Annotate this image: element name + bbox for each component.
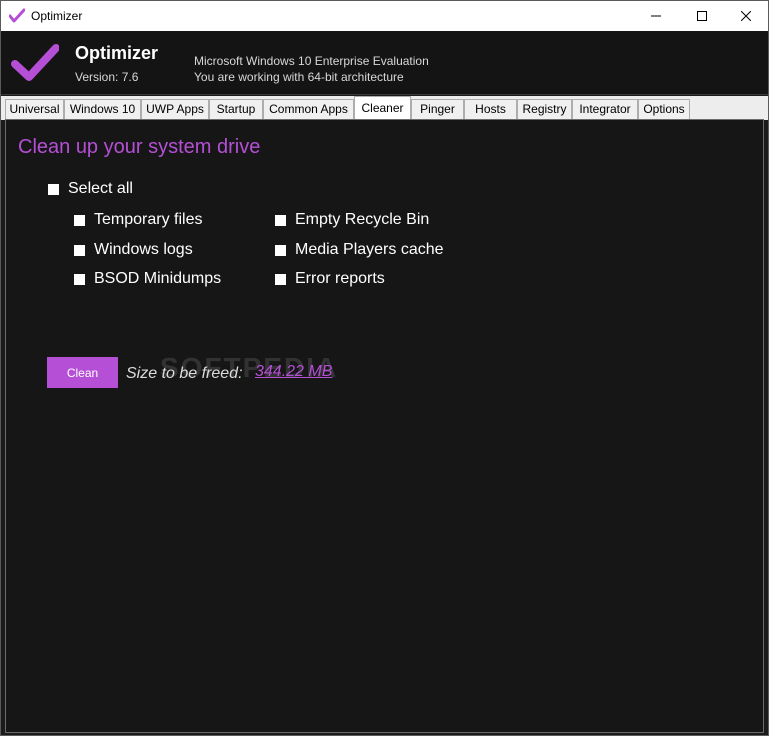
option-label: Windows logs bbox=[94, 241, 193, 258]
option-label: Media Players cache bbox=[295, 241, 444, 258]
clean-button[interactable]: Clean bbox=[47, 357, 118, 388]
close-button[interactable] bbox=[723, 1, 769, 31]
option-label: BSOD Minidumps bbox=[94, 270, 222, 287]
optimizer-window: Optimizer Optimizer Version: 7.6 Microso… bbox=[0, 0, 769, 736]
title-bar[interactable]: Optimizer bbox=[1, 1, 768, 31]
tab-integrator[interactable]: Integrator bbox=[572, 99, 638, 119]
select-all-checkbox[interactable]: Select all bbox=[48, 180, 133, 198]
os-info: Microsoft Windows 10 Enterprise Evaluati… bbox=[194, 54, 429, 68]
checkbox-box[interactable] bbox=[275, 273, 286, 285]
option-label: Temporary files bbox=[94, 211, 203, 228]
checkmark-icon bbox=[9, 8, 25, 23]
tab-windows-10[interactable]: Windows 10 bbox=[64, 99, 141, 119]
error-reports-checkbox[interactable]: Error reports bbox=[275, 270, 385, 288]
windows-logs-checkbox[interactable]: Windows logs bbox=[74, 241, 193, 259]
checkbox-box[interactable] bbox=[74, 273, 85, 285]
tab-options[interactable]: Options bbox=[638, 99, 690, 119]
checkbox-box[interactable] bbox=[74, 214, 85, 226]
app-version: Version: 7.6 bbox=[75, 70, 139, 84]
cleaner-panel: Clean up your system drive Select all Te… bbox=[5, 119, 764, 733]
minimize-icon bbox=[651, 15, 661, 17]
tab-strip: Universal Windows 10 UWP Apps Startup Co… bbox=[1, 96, 768, 120]
close-icon bbox=[741, 11, 751, 21]
media-players-cache-checkbox[interactable]: Media Players cache bbox=[275, 241, 444, 259]
tab-universal[interactable]: Universal bbox=[5, 99, 64, 119]
size-to-be-freed-value[interactable]: 344.22 MB bbox=[255, 363, 332, 381]
tab-common-apps[interactable]: Common Apps bbox=[263, 99, 354, 119]
tab-hosts[interactable]: Hosts bbox=[464, 99, 517, 119]
tab-pinger[interactable]: Pinger bbox=[411, 99, 464, 119]
tab-uwp-apps[interactable]: UWP Apps bbox=[141, 99, 209, 119]
bsod-minidumps-checkbox[interactable]: BSOD Minidumps bbox=[74, 270, 221, 288]
checkbox-box[interactable] bbox=[74, 244, 85, 256]
temporary-files-checkbox[interactable]: Temporary files bbox=[74, 211, 202, 229]
empty-recycle-bin-checkbox[interactable]: Empty Recycle Bin bbox=[275, 211, 429, 229]
app-header: Optimizer Version: 7.6 Microsoft Windows… bbox=[1, 31, 768, 95]
maximize-button[interactable] bbox=[679, 1, 725, 31]
option-label: Empty Recycle Bin bbox=[295, 211, 430, 228]
architecture-info: You are working with 64-bit architecture bbox=[194, 70, 404, 84]
tab-registry[interactable]: Registry bbox=[517, 99, 572, 119]
minimize-button[interactable] bbox=[633, 1, 679, 31]
app-name: Optimizer bbox=[75, 43, 159, 63]
checkbox-box[interactable] bbox=[275, 214, 286, 226]
select-all-label: Select all bbox=[68, 180, 133, 197]
size-to-be-freed-label: Size to be freed: bbox=[126, 365, 243, 382]
page-title: Clean up your system drive bbox=[18, 136, 261, 158]
checkbox-box[interactable] bbox=[275, 244, 286, 256]
tab-cleaner[interactable]: Cleaner bbox=[354, 96, 411, 120]
checkmark-icon bbox=[11, 44, 59, 81]
option-label: Error reports bbox=[295, 270, 385, 287]
tab-startup[interactable]: Startup bbox=[209, 99, 263, 119]
maximize-icon bbox=[697, 11, 707, 21]
checkbox-box[interactable] bbox=[48, 183, 59, 195]
window-title: Optimizer bbox=[31, 9, 83, 23]
